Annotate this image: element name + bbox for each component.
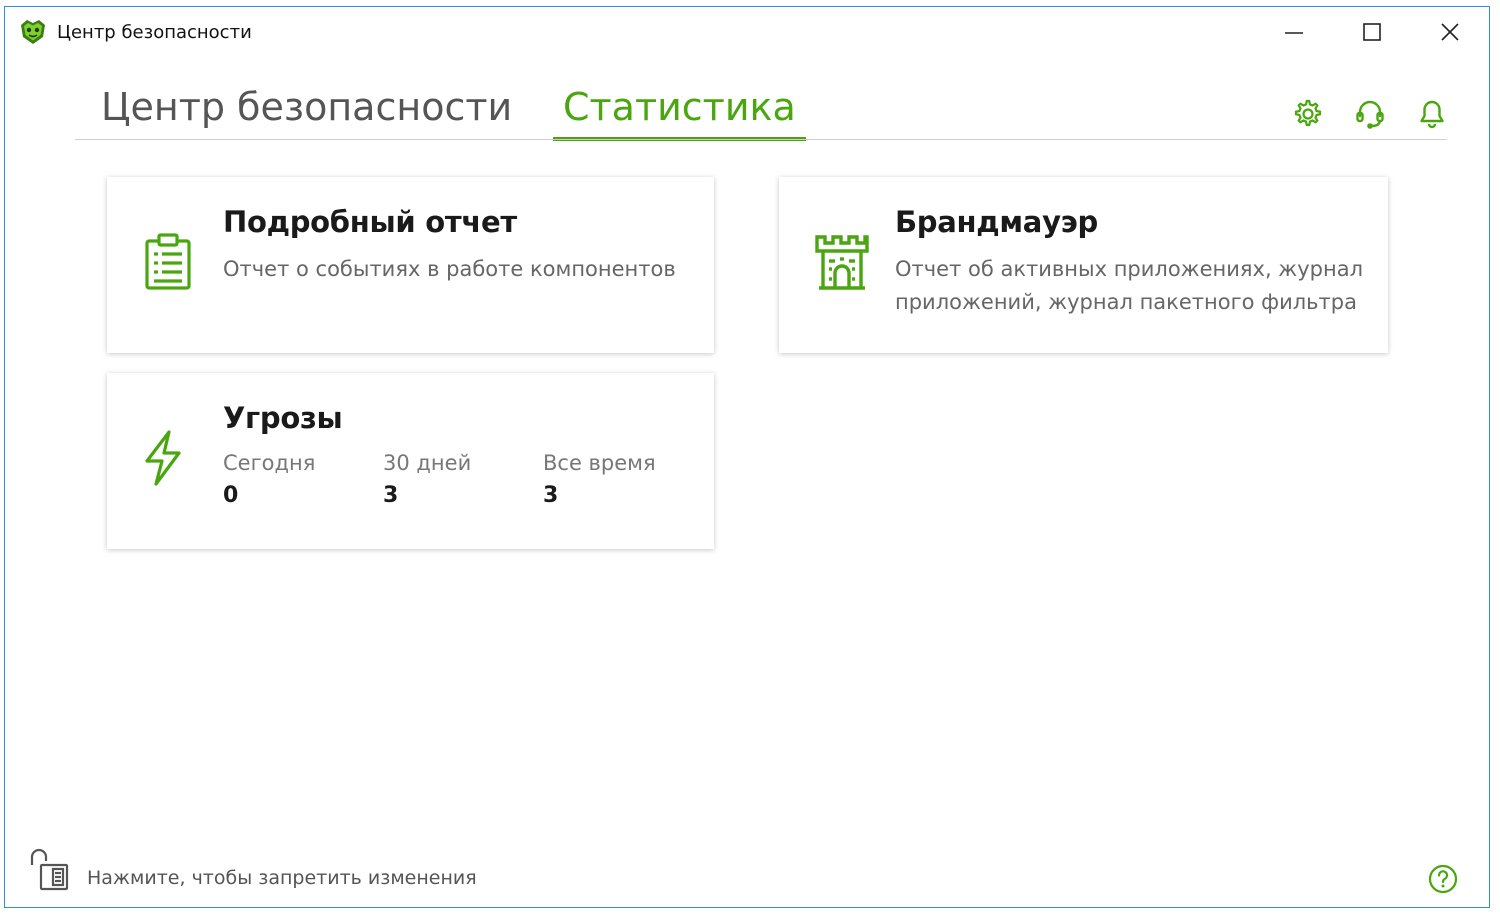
firewall-card-title: Брандмауэр	[895, 205, 1099, 239]
tab-statistics-label: Статистика	[563, 85, 796, 129]
unlocked-padlock-icon	[27, 847, 73, 893]
maximize-button[interactable]	[1355, 17, 1389, 49]
tab-statistics[interactable]: Статистика	[553, 81, 806, 141]
stat-30-days-label: 30 дней	[383, 451, 472, 475]
stat-all-time-value: 3	[543, 483, 559, 508]
report-card-title: Подробный отчет	[223, 205, 517, 239]
title-bar: Центр безопасности	[5, 7, 1489, 59]
help-circle-icon[interactable]	[1427, 863, 1459, 895]
threats-card[interactable]: Угрозы Сегодня 0 30 дней 3 Все время 3	[107, 373, 714, 549]
clipboard-list-icon	[143, 233, 193, 295]
lock-changes-toggle[interactable]: Нажмите, чтобы запретить изменения	[27, 847, 487, 893]
app-logo-icon	[19, 19, 47, 45]
stat-today-label: Сегодня	[223, 451, 316, 475]
stat-today-value: 0	[223, 483, 239, 508]
firewall-card[interactable]: Брандмауэр Отчет об активных приложениях…	[779, 177, 1388, 353]
app-window: Центр безопасности Центр безопасности Ст…	[4, 6, 1490, 908]
gear-icon[interactable]	[1291, 97, 1325, 131]
threats-card-title: Угрозы	[223, 401, 343, 435]
report-card-description: Отчет о событиях в работе компонентов	[223, 257, 676, 281]
tabs-divider	[75, 139, 1447, 140]
minimize-button[interactable]	[1277, 17, 1311, 49]
report-card[interactable]: Подробный отчет Отчет о событиях в работ…	[107, 177, 714, 353]
window-title: Центр безопасности	[57, 22, 252, 43]
tab-security-center[interactable]: Центр безопасности	[101, 81, 512, 139]
support-headset-icon[interactable]	[1353, 97, 1387, 131]
castle-firewall-icon	[813, 233, 871, 295]
lightning-icon	[141, 429, 185, 491]
stat-all-time-label: Все время	[543, 451, 656, 475]
firewall-card-description: Отчет об активных приложениях, журнал пр…	[895, 253, 1363, 319]
firewall-description-line: приложений, журнал пакетного фильтра	[895, 290, 1357, 314]
lock-changes-label: Нажмите, чтобы запретить изменения	[87, 867, 477, 889]
main-tabs: Центр безопасности Статистика	[75, 81, 1447, 141]
close-button[interactable]	[1433, 17, 1467, 49]
firewall-description-line: Отчет об активных приложениях, журнал	[895, 257, 1363, 281]
bell-icon[interactable]	[1415, 97, 1449, 131]
stat-30-days-value: 3	[383, 483, 399, 508]
